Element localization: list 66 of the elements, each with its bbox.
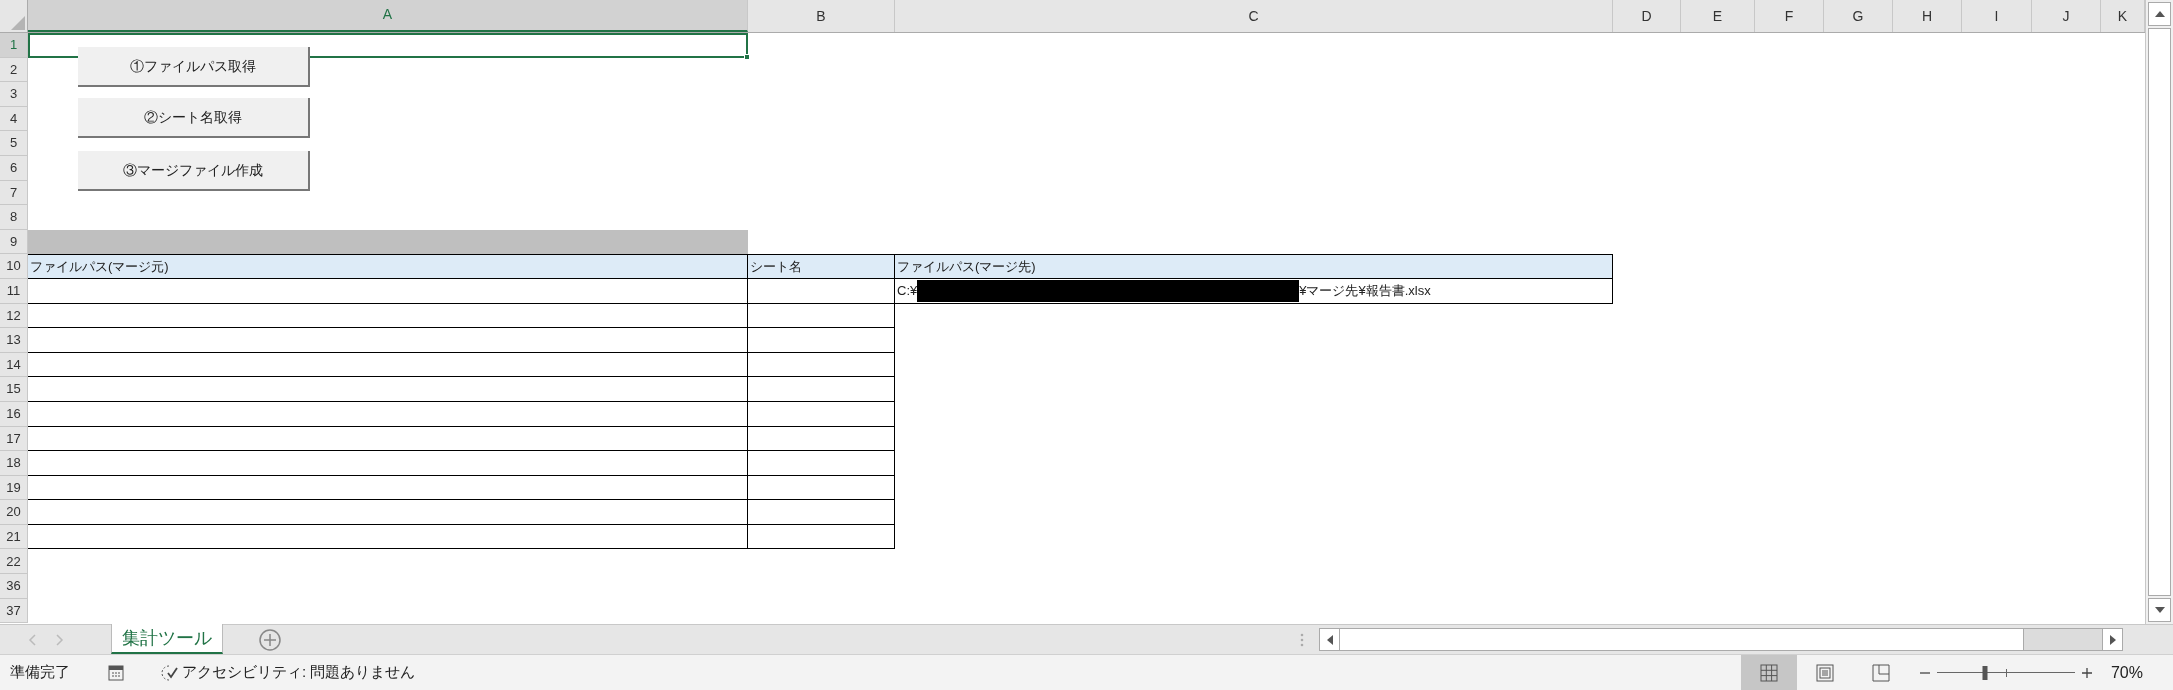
page-icon	[1815, 663, 1834, 682]
up-arrow-icon	[2154, 11, 2165, 17]
row-header[interactable]: 1	[0, 33, 28, 58]
table-header-cell: シート名	[748, 254, 895, 279]
right-arrow-icon	[2109, 634, 2116, 645]
row-header[interactable]: 16	[0, 401, 28, 427]
sheet-tab[interactable]: 集計ツール	[111, 624, 223, 654]
row-header[interactable]: 37	[0, 598, 28, 624]
row-header[interactable]: 20	[0, 500, 28, 525]
macro-button[interactable]: ①ファイルパス取得	[78, 47, 310, 87]
page-break-icon	[1871, 663, 1890, 682]
column-header[interactable]: F	[1755, 0, 1824, 32]
add-sheet-icon[interactable]	[259, 628, 281, 651]
row-header[interactable]: 21	[0, 524, 28, 550]
right-chevron-icon[interactable]	[56, 633, 64, 646]
row-header[interactable]: 2	[0, 57, 28, 83]
row-header[interactable]: 10	[0, 254, 28, 279]
left-chevron-icon[interactable]	[28, 633, 36, 646]
column-header[interactable]: C	[895, 0, 1613, 32]
calendar-icon[interactable]	[108, 664, 124, 681]
row-header[interactable]: 15	[0, 377, 28, 402]
row-header[interactable]: 13	[0, 328, 28, 353]
row-header[interactable]: 17	[0, 426, 28, 452]
macro-button[interactable]: ②シート名取得	[78, 98, 310, 138]
column-header[interactable]: A	[28, 0, 748, 32]
down-arrow-icon	[2154, 607, 2165, 613]
accessibility-check-icon[interactable]	[160, 663, 180, 682]
row-header[interactable]: 19	[0, 475, 28, 501]
column-header[interactable]: G	[1824, 0, 1893, 32]
accessibility-status[interactable]: アクセシビリティ: 問題ありません	[182, 661, 416, 684]
row-header[interactable]: 8	[0, 205, 28, 230]
zoom-in-icon[interactable]	[2080, 666, 2093, 679]
row-header[interactable]: 36	[0, 574, 28, 599]
left-arrow-icon	[1326, 634, 1333, 645]
row-header[interactable]: 3	[0, 82, 28, 107]
row-header[interactable]: 6	[0, 155, 28, 181]
row-header[interactable]: 7	[0, 180, 28, 206]
row-header[interactable]: 22	[0, 549, 28, 575]
column-header[interactable]: I	[1962, 0, 2032, 32]
column-header[interactable]: B	[748, 0, 895, 32]
row-header[interactable]: 4	[0, 106, 28, 132]
view-button[interactable]	[1740, 655, 1797, 690]
column-header[interactable]: E	[1681, 0, 1755, 32]
zoom-slider-thumb[interactable]	[1982, 665, 1988, 680]
row-header[interactable]: 9	[0, 229, 28, 255]
zoom-percentage[interactable]: 70%	[2110, 660, 2143, 685]
row-header[interactable]: 11	[0, 278, 28, 304]
column-header[interactable]: H	[1893, 0, 1962, 32]
column-header[interactable]: D	[1613, 0, 1681, 32]
drag-handle-icon[interactable]	[1300, 632, 1304, 647]
horizontal-scrollbar[interactable]	[1319, 628, 2123, 651]
macro-button[interactable]: ③マージファイル作成	[78, 151, 310, 191]
table-header-cell: ファイルパス(マージ先)	[895, 254, 1613, 279]
status-text: 準備完了	[9, 662, 71, 683]
row-header[interactable]: 5	[0, 131, 28, 156]
row-header[interactable]: 12	[0, 303, 28, 329]
row-header[interactable]: 18	[0, 451, 28, 476]
vertical-scrollbar[interactable]	[2145, 0, 2173, 624]
column-header[interactable]: J	[2032, 0, 2101, 32]
row-header[interactable]: 14	[0, 352, 28, 378]
table-header-cell: ファイルパス(マージ元)	[28, 254, 748, 279]
path-prefix: C:¥	[897, 282, 918, 300]
grid-icon	[1759, 663, 1778, 682]
path-suffix: ¥マージ先¥報告書.xlsx	[1299, 282, 1431, 300]
corner-triangle-icon	[11, 16, 25, 30]
zoom-slider[interactable]	[1936, 664, 2075, 681]
